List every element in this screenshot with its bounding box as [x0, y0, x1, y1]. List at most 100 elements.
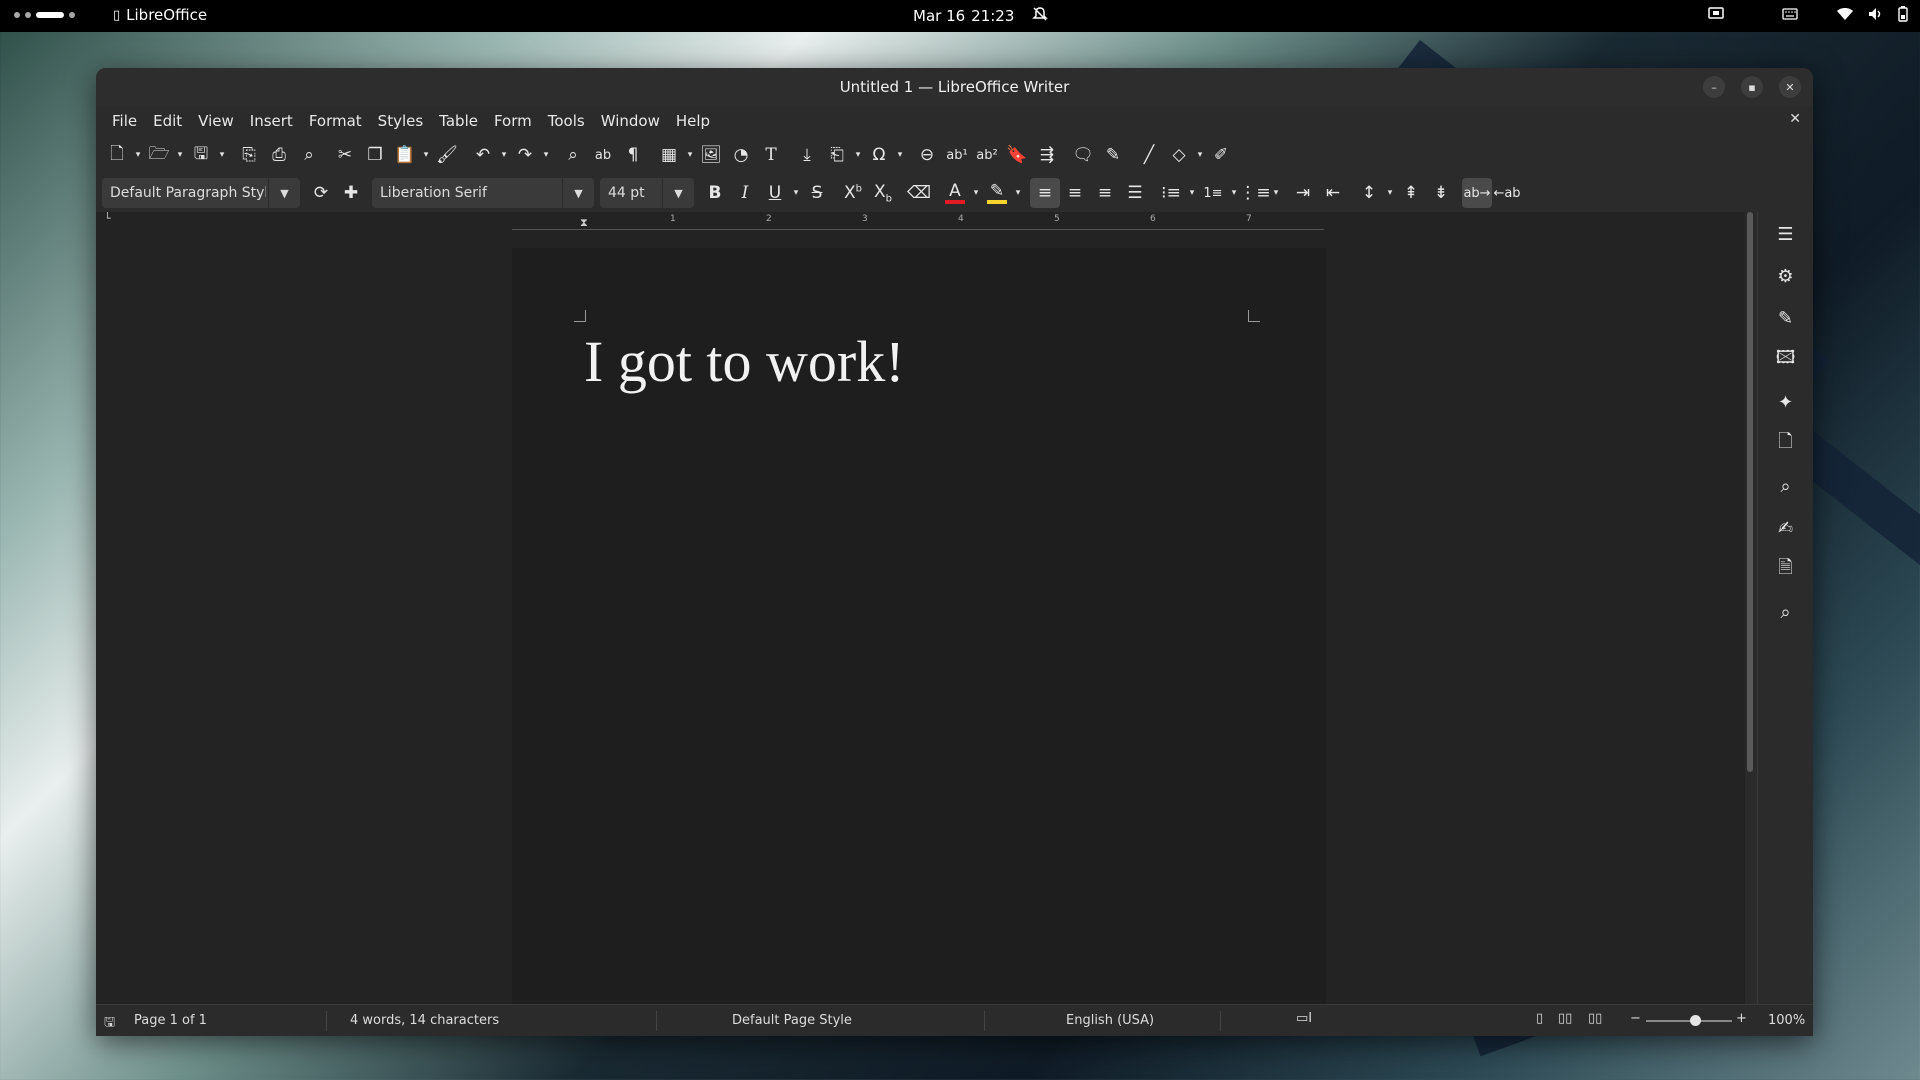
endnote-button[interactable]: ab² [972, 140, 1002, 170]
underline-dropdown[interactable]: ▾ [790, 178, 802, 208]
special-character-button[interactable]: Ω [864, 140, 894, 170]
menu-styles[interactable]: Styles [370, 112, 432, 130]
bullet-list-dropdown[interactable]: ▾ [1186, 178, 1198, 208]
font-name-combo[interactable]: Liberation Serif ▼ [372, 178, 594, 208]
bookmark-button[interactable]: 🔖 [1002, 140, 1032, 170]
print-preview-button[interactable]: ⌕ [294, 140, 324, 170]
menu-format[interactable]: Format [301, 112, 370, 130]
page-style-status[interactable]: Default Page Style [732, 1013, 852, 1028]
insert-mode-icon[interactable]: ▭I [1296, 1011, 1312, 1026]
sidebar-navigator-button[interactable]: ✦ [1771, 388, 1801, 416]
font-name-dropdown[interactable]: ▼ [562, 178, 594, 208]
font-size-dropdown[interactable]: ▼ [662, 178, 694, 208]
menu-file[interactable]: File [104, 112, 145, 130]
paste-dropdown[interactable]: ▾ [420, 140, 432, 170]
sidebar-gallery-button[interactable]: 🖾 [1771, 346, 1801, 374]
update-style-button[interactable]: ⟳ [306, 178, 336, 208]
sidebar-menu-button[interactable]: ☰ [1771, 220, 1801, 248]
hyperlink-button[interactable]: ⊖ [912, 140, 942, 170]
insert-field-button[interactable]: ⎗ [822, 140, 852, 170]
undo-button[interactable]: ↶ [468, 140, 498, 170]
book-view-icon[interactable]: ▯▯ [1588, 1011, 1602, 1026]
special-character-dropdown[interactable]: ▾ [894, 140, 906, 170]
document-modified-icon[interactable]: 🖫 [104, 1013, 115, 1035]
basic-shapes-button[interactable]: ◇ [1164, 140, 1194, 170]
italic-button[interactable]: I [730, 178, 760, 208]
highlight-color-button[interactable]: ✎ [982, 178, 1012, 208]
right-to-left-button[interactable]: ←ab [1492, 178, 1522, 208]
menu-insert[interactable]: Insert [242, 112, 301, 130]
single-page-view-icon[interactable]: ▯ [1536, 1011, 1543, 1026]
zoom-slider-knob[interactable] [1690, 1015, 1701, 1026]
zoom-out-button[interactable]: − [1630, 1011, 1641, 1026]
bold-button[interactable]: B [700, 178, 730, 208]
menu-form[interactable]: Form [486, 112, 540, 130]
justify-button[interactable]: ☰ [1120, 178, 1150, 208]
underline-button[interactable]: U [760, 178, 790, 208]
print-button[interactable]: ⎙ [264, 140, 294, 170]
align-center-button[interactable]: ≡ [1060, 178, 1090, 208]
align-right-button[interactable]: ≡ [1090, 178, 1120, 208]
font-color-dropdown[interactable]: ▾ [970, 178, 982, 208]
multi-page-view-icon[interactable]: ▯▯ [1558, 1011, 1572, 1026]
minimize-button[interactable]: – [1703, 76, 1725, 98]
track-changes-button[interactable]: ✎ [1098, 140, 1128, 170]
zoom-slider[interactable] [1646, 1015, 1732, 1026]
title-bar[interactable]: Untitled 1 — LibreOffice Writer – ▪ ✕ [96, 68, 1813, 106]
close-window-button[interactable]: ✕ [1779, 76, 1801, 98]
decrease-indent-button[interactable]: ⇤ [1318, 178, 1348, 208]
copy-button[interactable]: ❐ [360, 140, 390, 170]
workspace-indicator[interactable] [14, 12, 75, 18]
sidebar-styles-button[interactable]: ✎ [1771, 304, 1801, 332]
bullet-list-button[interactable]: ⁝≡ [1156, 178, 1186, 208]
undo-dropdown[interactable]: ▾ [498, 140, 510, 170]
horizontal-ruler[interactable]: 1 2 3 4 5 6 7 ⧗ [512, 212, 1324, 230]
insert-image-button[interactable]: 🖼 [696, 140, 726, 170]
menu-edit[interactable]: Edit [145, 112, 190, 130]
insert-chart-button[interactable]: ◔ [726, 140, 756, 170]
find-replace-button[interactable]: ⌕ [558, 140, 588, 170]
font-size-combo[interactable]: 44 pt ▼ [600, 178, 694, 208]
draw-functions-button[interactable]: ✐ [1206, 140, 1236, 170]
insert-table-dropdown[interactable]: ▾ [684, 140, 696, 170]
increase-indent-button[interactable]: ⇥ [1288, 178, 1318, 208]
document-area[interactable]: └ 1 2 3 4 5 6 7 ⧗ I got to work! [96, 212, 1745, 1004]
clock[interactable]: Mar 16 21:23 [913, 6, 1049, 26]
language-status[interactable]: English (USA) [1066, 1013, 1154, 1028]
document-text[interactable]: I got to work! [584, 328, 905, 395]
redo-dropdown[interactable]: ▾ [540, 140, 552, 170]
decrease-paragraph-spacing-button[interactable]: ⇟ [1426, 178, 1456, 208]
scrollbar-thumb[interactable] [1747, 212, 1753, 772]
sidebar-properties-button[interactable]: ⚙ [1771, 262, 1801, 290]
line-spacing-dropdown[interactable]: ▾ [1384, 178, 1396, 208]
increase-paragraph-spacing-button[interactable]: ⇞ [1396, 178, 1426, 208]
new-document-dropdown[interactable]: ▾ [132, 140, 144, 170]
cut-button[interactable]: ✂ [330, 140, 360, 170]
new-style-button[interactable]: ✚ [336, 178, 366, 208]
highlight-color-dropdown[interactable]: ▾ [1012, 178, 1024, 208]
document-page[interactable]: I got to work! [512, 248, 1326, 1004]
numbered-list-button[interactable]: 1≡ [1198, 178, 1228, 208]
outline-list-button[interactable]: ⋮≡ [1239, 178, 1270, 208]
insert-textbox-button[interactable]: T [756, 140, 786, 170]
vertical-scrollbar[interactable] [1745, 212, 1755, 1004]
page-number-status[interactable]: Page 1 of 1 [134, 1013, 207, 1028]
zoom-level[interactable]: 100% [1768, 1013, 1805, 1028]
sidebar-design-button[interactable]: 🗎 [1771, 556, 1801, 584]
sidebar-manage-changes-button[interactable]: ✍ [1771, 514, 1801, 542]
insert-field-dropdown[interactable]: ▾ [852, 140, 864, 170]
insert-table-button[interactable]: ▦ [654, 140, 684, 170]
align-left-button[interactable]: ≡ [1030, 178, 1060, 208]
clear-formatting-button[interactable]: ⌫ [904, 178, 934, 208]
open-dropdown[interactable]: ▾ [174, 140, 186, 170]
comment-button[interactable]: 🗨 [1068, 140, 1098, 170]
menu-view[interactable]: View [190, 112, 242, 130]
outline-list-dropdown[interactable]: ▾ [1270, 178, 1282, 208]
footnote-button[interactable]: ab¹ [942, 140, 972, 170]
maximize-button[interactable]: ▪ [1741, 76, 1763, 98]
font-color-button[interactable]: A [940, 178, 970, 208]
word-count-status[interactable]: 4 words, 14 characters [350, 1013, 499, 1028]
menu-tools[interactable]: Tools [540, 112, 593, 130]
basic-shapes-dropdown[interactable]: ▾ [1194, 140, 1206, 170]
zoom-in-button[interactable]: + [1736, 1011, 1747, 1026]
